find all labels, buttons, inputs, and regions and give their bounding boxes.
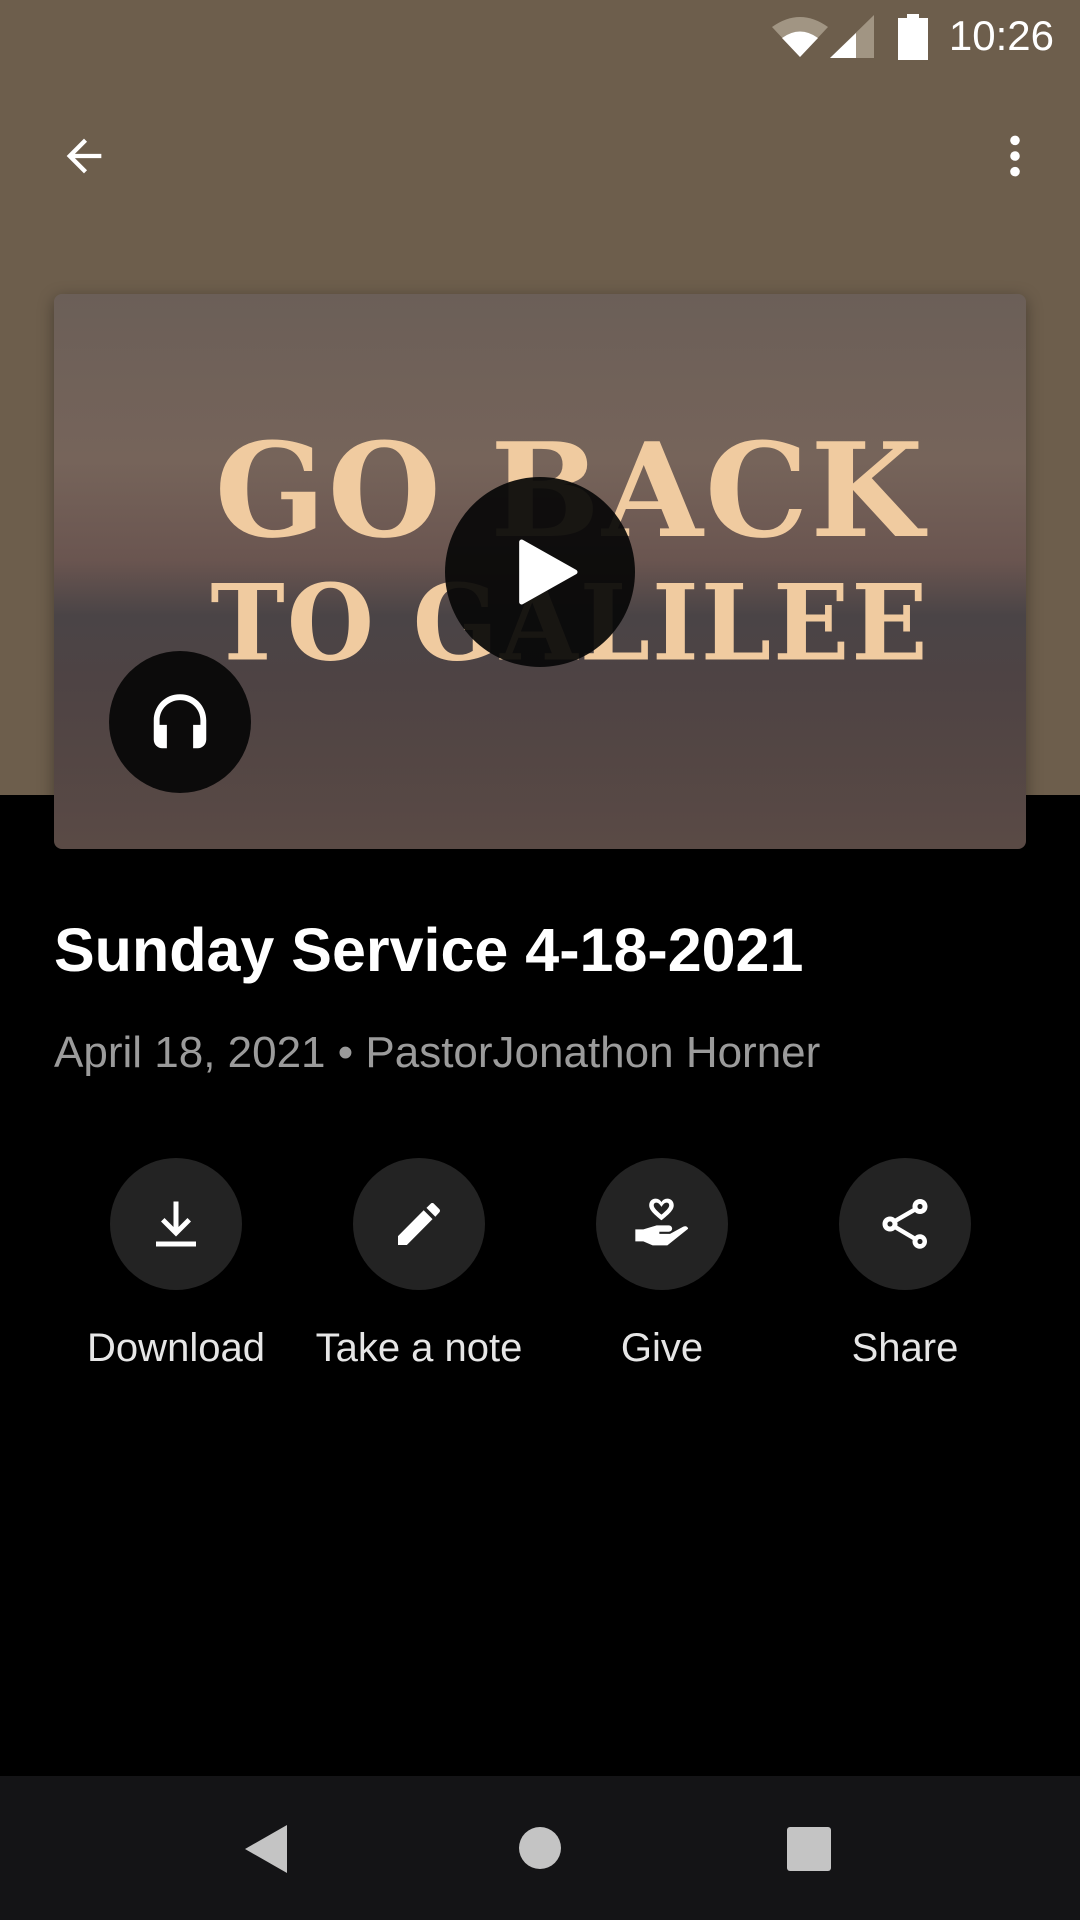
share-button[interactable]: Share — [785, 1158, 1025, 1371]
share-icon — [882, 1199, 928, 1249]
play-icon — [519, 539, 578, 605]
download-button[interactable]: Download — [56, 1158, 296, 1371]
give-label: Give — [620, 1326, 704, 1370]
nav-home-icon[interactable] — [518, 1826, 562, 1870]
nav-recents-icon[interactable] — [786, 1826, 832, 1872]
sermon-date-speaker: April 18, 2021 • PastorJonathon Horner — [54, 1028, 821, 1077]
battery-icon — [898, 14, 928, 60]
wifi-icon — [772, 17, 828, 57]
nav-back-icon[interactable] — [243, 1823, 289, 1875]
play-button[interactable] — [445, 477, 635, 667]
sermon-thumbnail[interactable]: GO BACK TO GALILEE — [54, 294, 1026, 849]
more-vert-icon[interactable] — [990, 130, 1040, 182]
take-note-button[interactable]: Take a note — [299, 1158, 539, 1371]
download-label: Download — [87, 1326, 265, 1370]
download-icon — [156, 1201, 196, 1247]
take-note-label: Take a note — [315, 1326, 523, 1370]
arrow-left-icon[interactable] — [58, 130, 110, 182]
pencil-icon — [398, 1203, 440, 1245]
system-nav-bar — [0, 1776, 1080, 1920]
headphones-icon — [153, 694, 207, 749]
share-label: Share — [851, 1326, 959, 1370]
clock: 10:26 — [948, 12, 1054, 59]
sermon-title: Sunday Service 4-18-2021 — [54, 916, 804, 984]
status-bar: 10:26 — [0, 0, 1080, 75]
signal-icon — [830, 15, 874, 58]
give-heart-hand-icon — [635, 1198, 689, 1246]
give-button[interactable]: Give — [542, 1158, 782, 1371]
listen-audio-button[interactable] — [109, 651, 251, 793]
